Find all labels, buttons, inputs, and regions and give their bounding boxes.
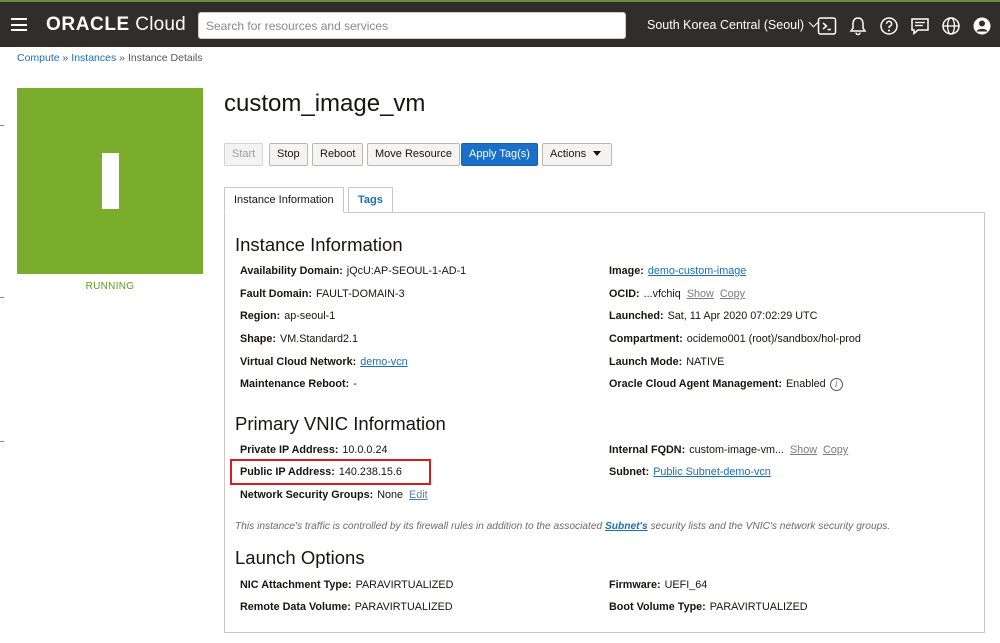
- image-row: Image: demo-custom-image: [609, 265, 747, 277]
- actions-dropdown[interactable]: Actions: [542, 143, 612, 166]
- search-input[interactable]: [198, 12, 626, 39]
- subnet-row: Subnet: Public Subnet-demo-vcn: [609, 466, 771, 478]
- edge-divider: [0, 297, 4, 298]
- chat-icon[interactable]: [910, 16, 930, 36]
- edge-divider: [0, 125, 4, 126]
- boot-volume-type-row: Boot Volume Type: PARAVIRTUALIZED: [609, 601, 808, 613]
- section-heading-launch-options: Launch Options: [235, 547, 365, 568]
- instance-status-label: RUNNING: [85, 281, 135, 292]
- user-profile-icon[interactable]: [972, 16, 992, 36]
- vcn-link[interactable]: demo-vcn: [360, 356, 407, 368]
- help-icon[interactable]: [879, 16, 899, 36]
- oracle-cloud-logo[interactable]: ORACLE Cloud: [46, 14, 186, 36]
- breadcrumb-current: Instance Details: [127, 52, 203, 64]
- nic-attachment-row: NIC Attachment Type: PARAVIRTUALIZED: [240, 579, 454, 591]
- region-row: Region: ap-seoul-1: [240, 310, 336, 322]
- breadcrumb: Compute » Instances » Instance Details: [17, 52, 203, 64]
- breadcrumb-instances[interactable]: Instances: [71, 52, 116, 64]
- network-security-groups-row: Network Security Groups: None Edit: [240, 489, 428, 501]
- tab-tags[interactable]: Tags: [348, 187, 393, 213]
- fault-domain-row: Fault Domain: FAULT-DOMAIN-3: [240, 288, 405, 300]
- agent-management-row: Oracle Cloud Agent Management: Enabled i: [609, 378, 843, 391]
- cloud-shell-icon[interactable]: [817, 16, 837, 36]
- ocid-row: OCID: ...vfchiq Show Copy: [609, 288, 746, 300]
- tab-instance-information[interactable]: Instance Information: [224, 187, 344, 213]
- public-ip-row: Public IP Address: 140.238.15.6: [240, 466, 402, 478]
- edge-divider: [0, 441, 4, 442]
- instance-status-tile: [17, 88, 203, 274]
- bell-icon[interactable]: [848, 16, 868, 36]
- subnet-note-link[interactable]: Subnet's: [605, 521, 648, 532]
- launched-row: Launched: Sat, 11 Apr 2020 07:02:29 UTC: [609, 310, 818, 322]
- move-resource-button[interactable]: Move Resource: [367, 143, 461, 166]
- ocid-copy-link[interactable]: Copy: [720, 288, 745, 300]
- vnic-note: This instance's traffic is controlled by…: [235, 521, 891, 532]
- actions-label: Actions: [550, 148, 587, 160]
- ocid-show-link[interactable]: Show: [687, 288, 714, 300]
- breadcrumb-separator: »: [119, 52, 126, 64]
- region-label: South Korea Central (Seoul): [647, 18, 805, 32]
- maintenance-reboot-row: Maintenance Reboot: -: [240, 378, 357, 390]
- start-button[interactable]: Start: [224, 143, 264, 166]
- launch-mode-row: Launch Mode: NATIVE: [609, 356, 725, 368]
- image-link[interactable]: demo-custom-image: [648, 265, 746, 277]
- info-icon[interactable]: i: [829, 378, 843, 391]
- instance-icon: [102, 153, 119, 209]
- stop-button[interactable]: Stop: [269, 143, 308, 166]
- caret-down-icon: [593, 151, 602, 156]
- globe-icon[interactable]: [941, 16, 961, 36]
- region-selector[interactable]: South Korea Central (Seoul): [647, 17, 819, 32]
- breadcrumb-separator: »: [62, 52, 69, 64]
- page-title: custom_image_vm: [224, 90, 426, 117]
- fqdn-copy-link[interactable]: Copy: [823, 444, 848, 456]
- vcn-row: Virtual Cloud Network: demo-vcn: [240, 356, 408, 368]
- remote-data-volume-row: Remote Data Volume: PARAVIRTUALIZED: [240, 601, 453, 613]
- availability-domain-row: Availability Domain: jQcU:AP-SEOUL-1-AD-1: [240, 265, 467, 277]
- section-heading-instance-information: Instance Information: [235, 234, 403, 255]
- subnet-link[interactable]: Public Subnet-demo-vcn: [653, 466, 771, 478]
- fqdn-show-link[interactable]: Show: [790, 444, 817, 456]
- reboot-button[interactable]: Reboot: [312, 143, 364, 166]
- apply-tags-button[interactable]: Apply Tag(s): [461, 143, 538, 166]
- internal-fqdn-row: Internal FQDN: custom-image-vm... Show Copy: [609, 444, 849, 456]
- shape-row: Shape: VM.Standard2.1: [240, 333, 359, 345]
- section-heading-primary-vnic: Primary VNIC Information: [235, 413, 446, 434]
- firmware-row: Firmware: UEFI_64: [609, 579, 708, 591]
- nsg-edit-link[interactable]: Edit: [409, 489, 428, 501]
- private-ip-row: Private IP Address: 10.0.0.24: [240, 444, 388, 456]
- compartment-row: Compartment: ocidemo001 (root)/sandbox/ho…: [609, 333, 861, 345]
- menu-icon[interactable]: [11, 18, 27, 31]
- breadcrumb-compute[interactable]: Compute: [17, 52, 60, 64]
- top-navigation-bar: ORACLE Cloud South Korea Central (Seoul): [0, 0, 1000, 47]
